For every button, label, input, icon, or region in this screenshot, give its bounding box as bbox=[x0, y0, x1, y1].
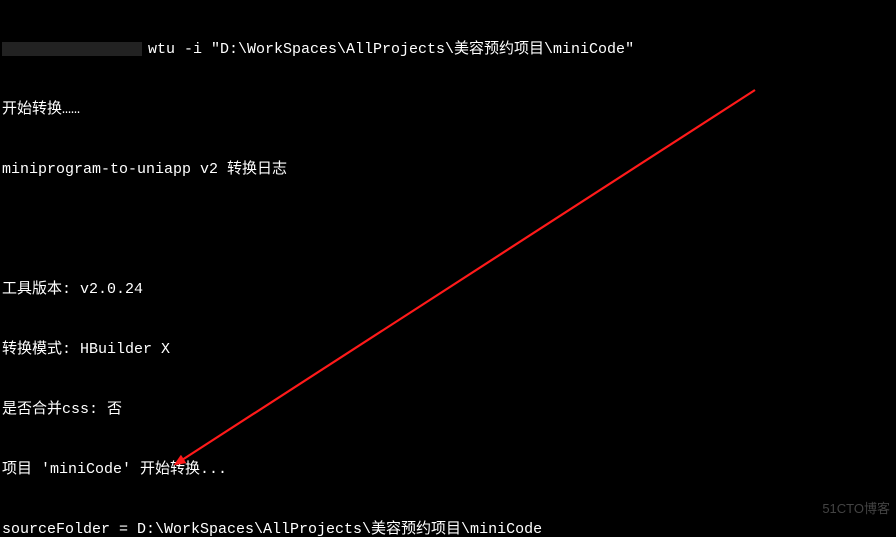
log-line: 转换模式: HBuilder X bbox=[2, 340, 894, 360]
log-line bbox=[2, 220, 894, 240]
command-line: wtu -i "D:\WorkSpaces\AllProjects\美容预约项目… bbox=[2, 40, 894, 60]
redacted-prompt bbox=[2, 42, 142, 56]
log-line: 是否合并css: 否 bbox=[2, 400, 894, 420]
log-line: miniprogram-to-uniapp v2 转换日志 bbox=[2, 160, 894, 180]
log-line: sourceFolder = D:\WorkSpaces\AllProjects… bbox=[2, 520, 894, 537]
terminal-output[interactable]: wtu -i "D:\WorkSpaces\AllProjects\美容预约项目… bbox=[0, 0, 896, 537]
log-line: 开始转换…… bbox=[2, 100, 894, 120]
log-line: 项目 'miniCode' 开始转换... bbox=[2, 460, 894, 480]
command-text: wtu -i "D:\WorkSpaces\AllProjects\美容预约项目… bbox=[148, 41, 634, 58]
log-line: 工具版本: v2.0.24 bbox=[2, 280, 894, 300]
